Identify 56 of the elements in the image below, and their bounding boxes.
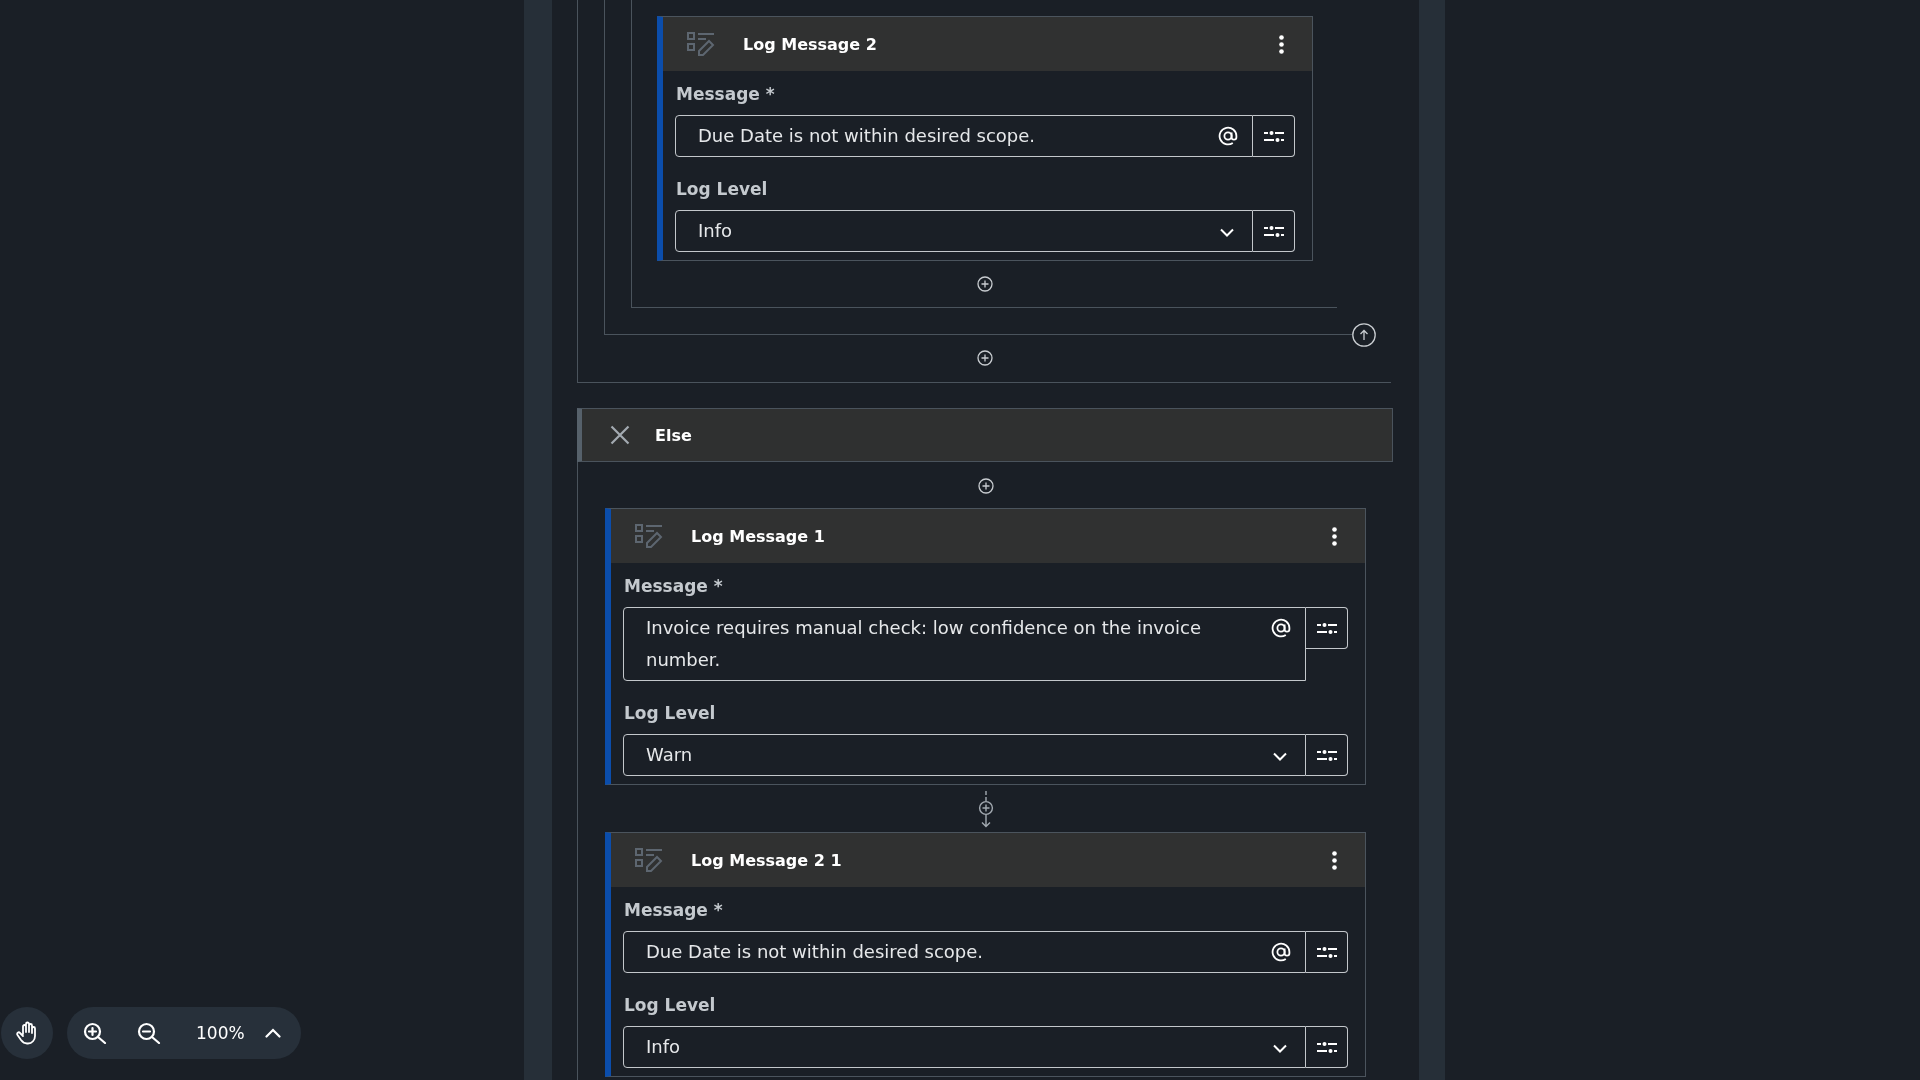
hand-icon — [15, 1021, 39, 1045]
zoom-out-icon[interactable] — [137, 1022, 161, 1044]
plus-connector-icon[interactable] — [977, 791, 994, 828]
branch-title: Else — [655, 425, 692, 445]
at-sign-icon[interactable] — [1271, 618, 1291, 638]
field-label: Log Level — [623, 994, 716, 1017]
list-pencil-icon — [687, 32, 715, 56]
step-title: Log Message 2 1 — [691, 850, 843, 870]
kebab-menu-icon[interactable] — [1279, 34, 1284, 54]
log-level-select[interactable]: Warn — [623, 734, 1306, 776]
field-label: Log Level — [675, 178, 768, 201]
list-pencil-icon — [635, 524, 663, 548]
message-input[interactable]: Due Date is not within desired scope. — [675, 115, 1253, 157]
plus-circle-icon[interactable] — [976, 276, 993, 292]
close-icon[interactable] — [610, 425, 630, 445]
at-sign-icon[interactable] — [1218, 126, 1238, 146]
sliders-button[interactable] — [1306, 1026, 1348, 1068]
field-label: Log Level — [623, 702, 716, 725]
list-pencil-icon — [635, 848, 663, 872]
sliders-button[interactable] — [1306, 607, 1348, 649]
step-title: Log Message 2 — [743, 34, 878, 54]
arrow-up-circle-icon[interactable] — [1352, 323, 1376, 347]
kebab-menu-icon[interactable] — [1332, 526, 1337, 546]
chevron-up-icon[interactable] — [264, 1028, 281, 1038]
sliders-icon — [1316, 1040, 1337, 1054]
message-input[interactable]: Due Date is not within desired scope. — [623, 931, 1306, 973]
log-level-select[interactable]: Info — [623, 1026, 1306, 1068]
plus-circle-icon[interactable] — [976, 350, 993, 366]
chevron-down-icon — [1273, 1044, 1287, 1053]
message-input[interactable]: Invoice requires manual check: low confidence on the invoice number. — [623, 607, 1306, 681]
sliders-button[interactable] — [1306, 931, 1348, 973]
zoom-level: 100% — [196, 1023, 245, 1043]
step-header[interactable]: Log Message 2 — [663, 17, 1312, 71]
sliders-icon — [1316, 748, 1337, 762]
chevron-down-icon — [1273, 752, 1287, 761]
at-sign-icon[interactable] — [1271, 942, 1291, 962]
log-level-select[interactable]: Info — [675, 210, 1253, 252]
sliders-icon — [1263, 224, 1284, 238]
kebab-menu-icon[interactable] — [1332, 850, 1337, 870]
chevron-down-icon — [1220, 228, 1234, 237]
zoom-in-icon[interactable] — [83, 1022, 107, 1044]
sliders-button[interactable] — [1253, 115, 1295, 157]
plus-circle-icon[interactable] — [977, 478, 994, 494]
field-label: Message * — [675, 83, 775, 106]
field-label: Message * — [623, 899, 723, 922]
else-header[interactable]: Else — [577, 408, 1393, 462]
sliders-icon — [1263, 129, 1284, 143]
step-header[interactable]: Log Message 2 1 — [611, 833, 1365, 887]
pan-button[interactable] — [1, 1007, 53, 1059]
field-label: Message * — [623, 575, 723, 598]
step-header[interactable]: Log Message 1 — [611, 509, 1365, 563]
sliders-icon — [1316, 621, 1337, 635]
sliders-button[interactable] — [1306, 734, 1348, 776]
sliders-icon — [1316, 945, 1337, 959]
step-title: Log Message 1 — [691, 526, 826, 546]
sliders-button[interactable] — [1253, 210, 1295, 252]
